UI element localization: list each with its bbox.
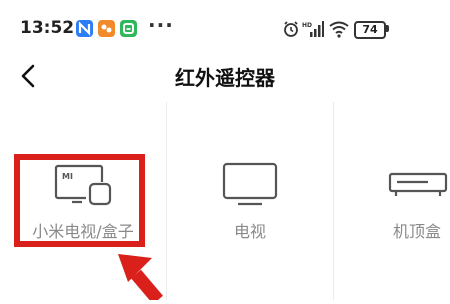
status-bar: 13:52 ··· HD 74 bbox=[0, 0, 450, 54]
signal-icon: HD bbox=[302, 20, 324, 38]
top-app-bar: 红外遥控器 bbox=[0, 54, 450, 100]
battery-level: 74 bbox=[354, 21, 386, 39]
notes-app-icon bbox=[76, 20, 93, 37]
alarm-icon bbox=[282, 20, 300, 38]
annotation-arrow-icon bbox=[100, 248, 180, 304]
device-label: 电视 bbox=[233, 222, 266, 241]
device-type-grid: MI 小米电视/盒子 电视 机顶盒 bbox=[0, 102, 450, 300]
device-tile-tv[interactable]: 电视 bbox=[167, 102, 333, 300]
page-title: 红外遥控器 bbox=[175, 66, 275, 90]
green-app-icon bbox=[120, 20, 137, 37]
orange-app-icon bbox=[98, 20, 115, 37]
status-time: 13:52 bbox=[20, 18, 75, 38]
battery-tip bbox=[386, 25, 389, 32]
wifi-icon bbox=[328, 20, 350, 38]
annotation-highlight-box bbox=[14, 154, 145, 247]
tv-icon bbox=[222, 162, 278, 212]
svg-text:HD: HD bbox=[302, 22, 312, 29]
device-tile-set-top-box[interactable]: 机顶盒 bbox=[334, 102, 450, 300]
more-notifications-icon: ··· bbox=[148, 13, 174, 37]
device-label: 机顶盒 bbox=[392, 222, 441, 241]
set-top-box-icon bbox=[388, 172, 448, 204]
